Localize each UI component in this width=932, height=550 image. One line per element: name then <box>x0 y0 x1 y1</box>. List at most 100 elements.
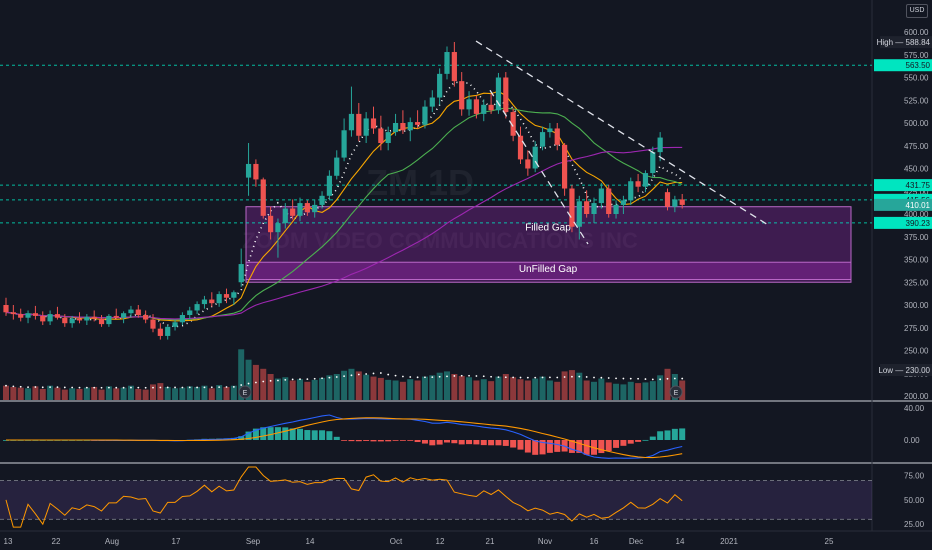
candle-body <box>121 313 127 318</box>
candle-body <box>268 215 274 233</box>
volume-bar <box>664 368 671 400</box>
candle-body <box>3 305 9 313</box>
volume-ma-dot <box>512 376 515 379</box>
macd-histogram-bar <box>598 440 605 454</box>
volume-bar <box>355 371 362 400</box>
volume-bar <box>297 379 303 400</box>
macd-histogram-bar <box>311 430 318 440</box>
volume-bar <box>274 378 281 400</box>
volume-bar <box>76 388 83 400</box>
macd-histogram-bar <box>642 439 649 441</box>
macd-histogram-bar <box>546 440 553 453</box>
candle-body <box>135 309 141 316</box>
volume-ma-dot <box>563 376 566 378</box>
price-tick-label: 600.00 <box>904 28 929 37</box>
watermark: ZM 1D <box>366 162 474 203</box>
macd-histogram-bar <box>466 440 473 445</box>
candle-body <box>32 313 38 316</box>
time-tick-label: 12 <box>436 537 445 546</box>
volume-bar <box>186 386 193 400</box>
volume-bar <box>620 384 627 400</box>
volume-ma-dot <box>203 386 206 389</box>
volume-bar <box>598 378 605 400</box>
trend-line-upper[interactable] <box>475 40 769 226</box>
volume-ma-dot <box>166 386 169 389</box>
candle-body <box>429 97 435 107</box>
chart-canvas[interactable]: ZM 1D ZOOM VIDEO COMMUNICATIONS INC Fill… <box>0 0 932 550</box>
candle-body <box>231 292 237 298</box>
candle-body <box>128 309 134 314</box>
candle-body <box>385 132 391 144</box>
candle-body <box>459 81 465 110</box>
volume-ma-dot <box>409 376 412 378</box>
volume-bar <box>319 377 326 400</box>
macd-histogram-bar <box>355 440 362 442</box>
volume-bar <box>539 376 546 400</box>
volume-ma-dot <box>225 386 228 388</box>
candle-body <box>488 104 494 111</box>
volume-bar <box>429 375 436 400</box>
volume-bar <box>10 387 17 400</box>
volume-bar <box>150 384 156 400</box>
macd-histogram-bar <box>421 440 428 444</box>
volume-bar <box>605 382 612 400</box>
rsi-pane: 75.00 50.00 25.00 <box>0 466 925 529</box>
candle-body <box>201 299 208 305</box>
volume-bar <box>546 380 553 400</box>
volume-ma-dot <box>27 386 29 389</box>
macd-histogram-bar <box>304 430 311 440</box>
candle-body <box>598 188 604 204</box>
time-axis[interactable]: 13 22 Aug 17 Sep 14 Oct 12 21 Nov 16 Dec 14 2021 25 <box>4 537 834 546</box>
candle-body <box>106 315 112 325</box>
rsi-tick-label: 75.00 <box>904 472 925 481</box>
macd-histogram-bar <box>297 428 303 440</box>
volume-ma-dot <box>379 372 382 374</box>
volume-ma-dot <box>394 374 397 377</box>
volume-ma-dot <box>174 386 176 389</box>
volume-ma-dot <box>34 386 37 388</box>
candle-body <box>444 52 450 74</box>
price-axis[interactable]: 200.00225.00250.00275.00300.00325.00350.… <box>874 28 932 401</box>
volume-ma-dot <box>460 374 463 377</box>
volume-bar <box>25 388 32 400</box>
volume-ma-dot <box>681 377 684 380</box>
candle-body <box>672 199 678 207</box>
last-price-tag: 410.01 <box>906 201 931 210</box>
volume-bar <box>524 380 531 400</box>
volume-ma-dot <box>431 376 434 379</box>
price-tick-label: 475.00 <box>904 142 929 151</box>
time-tick-label: Nov <box>538 537 552 546</box>
candle-body <box>466 99 472 110</box>
candle-body <box>223 294 230 298</box>
volume-ma-dot <box>262 380 265 383</box>
volume-ma-dot <box>490 375 492 378</box>
macd-histogram-bar <box>620 440 627 446</box>
candle-body <box>569 188 575 227</box>
high-tag: High — 588.84 <box>877 38 931 47</box>
currency-badge[interactable]: USD <box>906 4 928 18</box>
volume-ma-dot <box>240 384 243 386</box>
volume-bar <box>385 379 392 400</box>
volume-ma-dot <box>593 376 595 379</box>
volume-bar <box>98 389 105 400</box>
volume-ma-dot <box>137 386 140 389</box>
candle-body <box>341 130 347 158</box>
candle-body <box>10 312 16 315</box>
candle-body <box>415 122 421 125</box>
volume-ma-dot <box>12 385 15 388</box>
candle-body <box>356 113 362 136</box>
volume-ma-dot <box>585 376 588 378</box>
gap-zones: Filled Gap UnFilled Gap <box>245 206 852 283</box>
volume-bar <box>532 378 539 400</box>
volume-bar <box>32 386 39 400</box>
volume-bar <box>414 380 421 400</box>
volume-ma-dot <box>218 386 221 389</box>
candle-body <box>98 318 105 325</box>
volume-ma-dot <box>578 375 581 378</box>
volume-ma-dot <box>637 377 639 380</box>
candle-body <box>547 128 553 133</box>
candle-body <box>422 106 428 125</box>
volume-bar <box>466 377 473 400</box>
candle-body <box>187 310 193 316</box>
time-tick-label: 14 <box>306 537 315 546</box>
